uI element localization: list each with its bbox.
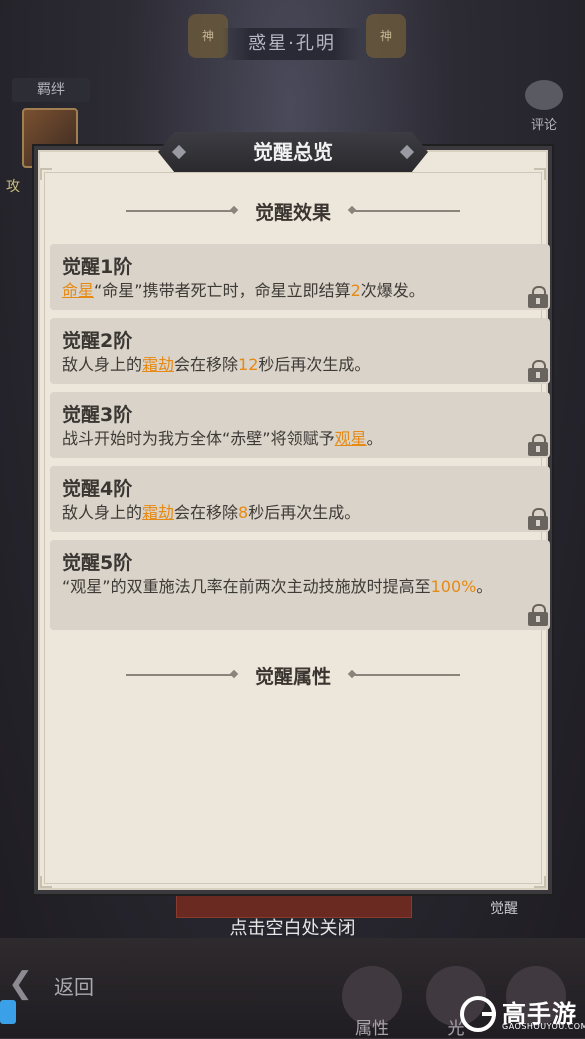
awaken-effect-card: 觉醒2阶 敌人身上的霜劫会在移除12秒后再次生成。 [50, 318, 550, 384]
section-effects-title: 觉醒效果 [254, 202, 331, 224]
description-text: 敌人身上的 [62, 355, 143, 374]
description-text: 秒后再次生成。 [248, 503, 361, 522]
corner-ornament [534, 876, 546, 888]
keyword-link[interactable]: 霜劫 [142, 503, 174, 522]
description-text: 会在移除 [174, 503, 239, 522]
awaken-effect-card: 觉醒3阶 战斗开始时为我方全体“赤壁”将领赋予观星。 [50, 392, 550, 458]
awaken-level-label: 觉醒3阶 [62, 404, 133, 426]
divider-line [352, 210, 460, 212]
comment-icon [525, 80, 563, 110]
keyword-link[interactable]: 观星 [335, 429, 367, 448]
jiban-label[interactable]: 羁绊 [12, 78, 90, 102]
awaken-effect-card: 觉醒5阶 “观星”的双重施法几率在前两次主动技施放时提高至100%。 [50, 540, 550, 630]
logo-icon [460, 996, 496, 1032]
floating-assistant-icon[interactable] [0, 1000, 16, 1024]
description-text: “命星”携带者死亡时，命星立即结算 [94, 281, 351, 300]
dialog-title-plate: 觉醒总览 [158, 132, 428, 172]
description-text: 秒后再次生成。 [258, 355, 371, 374]
back-button[interactable]: ❮ 返回 [8, 962, 118, 1006]
corner-ornament [40, 168, 52, 180]
awaken-effect-card: 觉醒4阶 敌人身上的霜劫会在移除8秒后再次生成。 [50, 466, 550, 532]
awaken-effect-description: “观星”的双重施法几率在前两次主动技施放时提高至100%。 [62, 574, 516, 600]
keyword-link[interactable]: 霜劫 [142, 355, 174, 374]
highlight-value: 100% [430, 577, 477, 596]
description-text: 。 [476, 577, 493, 596]
divider-line [352, 674, 460, 676]
highlight-value: 2 [350, 281, 361, 300]
diamond-icon [399, 144, 415, 160]
awaken-level-label: 觉醒2阶 [62, 330, 133, 352]
comment-button[interactable]: 评论 [524, 80, 564, 133]
section-attributes-title: 觉醒属性 [254, 666, 331, 688]
awaken-effect-card: 觉醒1阶 命星“命星”携带者死亡时，命星立即结算2次爆发。 [50, 244, 550, 310]
awaken-level-label: 觉醒4阶 [62, 478, 133, 500]
divider-line [126, 210, 234, 212]
keyword-link[interactable]: 命星 [62, 281, 94, 300]
corner-ornament [40, 876, 52, 888]
description-text: “观星”的双重施法几率在前两次主动技施放时提高至 [62, 577, 431, 596]
awaken-effect-description: 敌人身上的霜劫会在移除8秒后再次生成。 [62, 500, 516, 526]
site-logo: 高手游 GAOSHOUYOU.COM [460, 996, 585, 1036]
highlight-value: 8 [238, 503, 249, 522]
tab-attributes[interactable]: 属性 [342, 966, 402, 1039]
lock-icon [528, 360, 548, 382]
hero-badge-right: 神 [366, 14, 406, 58]
close-hint[interactable]: 点击空白处关闭 [0, 914, 585, 940]
description-text: 次爆发。 [360, 281, 425, 300]
awaken-level-label: 觉醒1阶 [62, 256, 133, 278]
awaken-level-label: 觉醒5阶 [62, 552, 133, 574]
description-text: 。 [366, 429, 383, 448]
divider-line [126, 674, 234, 676]
awaken-effect-description: 命星“命星”携带者死亡时，命星立即结算2次爆发。 [62, 278, 516, 304]
hero-title: 惑星·孔明 [222, 28, 362, 60]
comment-label: 评论 [530, 118, 557, 133]
highlight-value: 12 [238, 355, 259, 374]
lock-icon [528, 508, 548, 530]
lock-icon [528, 286, 548, 308]
corner-ornament [534, 168, 546, 180]
tab-label: 属性 [355, 1019, 389, 1039]
awaken-effect-description: 战斗开始时为我方全体“赤壁”将领赋予观星。 [62, 426, 516, 452]
lock-icon [528, 434, 548, 456]
section-attributes-header: 觉醒属性 [34, 662, 552, 689]
dialog-title: 觉醒总览 [253, 140, 333, 164]
back-label: 返回 [54, 975, 94, 999]
description-text: 战斗开始时为我方全体“赤壁”将领赋予 [62, 429, 335, 448]
description-text: 敌人身上的 [62, 503, 143, 522]
logo-domain: GAOSHOUYOU.COM [502, 1022, 585, 1031]
awaken-effect-description: 敌人身上的霜劫会在移除12秒后再次生成。 [62, 352, 516, 378]
lock-icon [528, 604, 548, 626]
section-effects-header: 觉醒效果 [34, 198, 552, 225]
diamond-icon [171, 144, 187, 160]
attack-label: 攻 [6, 179, 20, 195]
description-text: 会在移除 [174, 355, 239, 374]
